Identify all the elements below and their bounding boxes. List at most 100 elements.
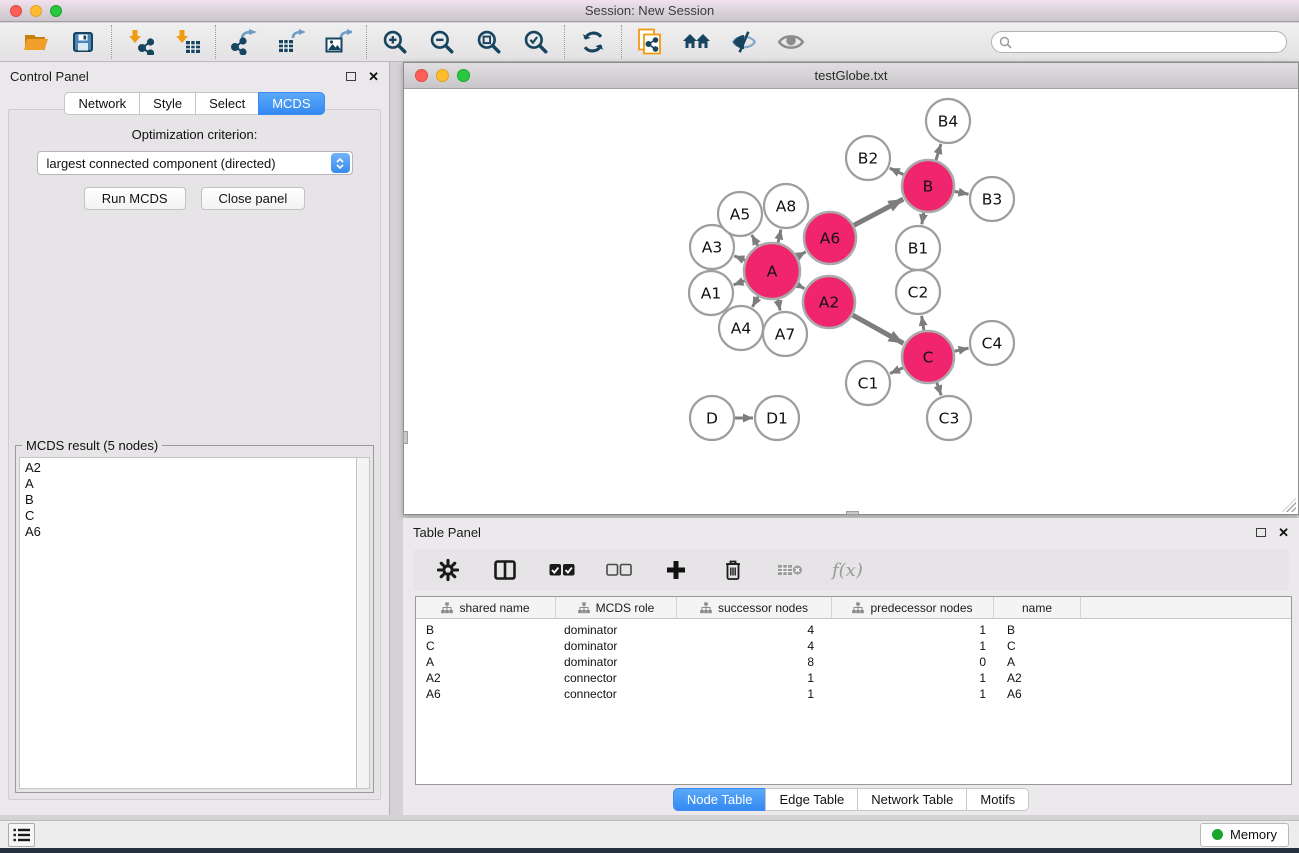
open-file-button[interactable] bbox=[21, 27, 51, 57]
import-network-button[interactable] bbox=[125, 27, 155, 57]
network-minimize-button[interactable] bbox=[436, 69, 449, 82]
node-A8[interactable]: A8 bbox=[764, 184, 808, 228]
node-D[interactable]: D bbox=[690, 396, 734, 440]
edge-A-A7[interactable] bbox=[778, 299, 780, 310]
node-A5[interactable]: A5 bbox=[718, 192, 762, 236]
table-cell[interactable]: C bbox=[994, 639, 1081, 653]
mcds-result-list[interactable]: A2ABCA6 bbox=[19, 457, 356, 789]
result-item[interactable]: C bbox=[25, 508, 351, 524]
node-A6[interactable]: A6 bbox=[804, 212, 856, 264]
tab-motifs[interactable]: Motifs bbox=[966, 788, 1029, 811]
node-B2[interactable]: B2 bbox=[846, 136, 890, 180]
node-A[interactable]: A bbox=[744, 243, 800, 299]
table-cell[interactable]: A2 bbox=[416, 671, 556, 685]
run-mcds-button[interactable]: Run MCDS bbox=[84, 187, 186, 210]
function-builder-button[interactable]: f(x) bbox=[832, 560, 863, 581]
table-cell[interactable]: B bbox=[416, 623, 556, 637]
export-table-button[interactable] bbox=[276, 27, 306, 57]
column-header-successor-nodes[interactable]: successor nodes bbox=[677, 597, 832, 618]
deselect-all-rows-button[interactable] bbox=[604, 555, 634, 585]
edge-A2-C[interactable] bbox=[853, 315, 904, 343]
zoom-out-button[interactable] bbox=[427, 27, 457, 57]
table-cell[interactable]: dominator bbox=[556, 655, 677, 669]
table-cell[interactable]: 1 bbox=[832, 639, 994, 653]
close-panel-icon[interactable]: ✕ bbox=[368, 70, 379, 83]
tab-style[interactable]: Style bbox=[139, 92, 196, 115]
table-cell[interactable]: connector bbox=[556, 687, 677, 701]
search-input[interactable] bbox=[1017, 35, 1279, 50]
column-header-mcds-role[interactable]: MCDS role bbox=[556, 597, 677, 618]
node-B4[interactable]: B4 bbox=[926, 99, 970, 143]
save-session-button[interactable] bbox=[68, 27, 98, 57]
edge-A-A5[interactable] bbox=[752, 235, 758, 246]
hide-details-button[interactable] bbox=[729, 27, 759, 57]
node-table[interactable]: shared nameMCDS rolesuccessor nodesprede… bbox=[415, 596, 1292, 785]
table-cell[interactable]: A2 bbox=[994, 671, 1081, 685]
maximize-window-button[interactable] bbox=[50, 5, 62, 17]
table-cell[interactable]: 4 bbox=[677, 623, 832, 637]
edge-C-C1[interactable] bbox=[890, 368, 903, 374]
network-maximize-button[interactable] bbox=[457, 69, 470, 82]
apply-layout-button[interactable] bbox=[578, 27, 608, 57]
network-canvas[interactable]: AA1A2A3A4A5A6A7A8BB1B2B3B4CC1C2C3C4DD1 bbox=[405, 89, 1297, 513]
memory-button[interactable]: Memory bbox=[1200, 823, 1289, 847]
table-row[interactable]: Cdominator41C bbox=[416, 638, 1291, 654]
edge-A-A1[interactable] bbox=[734, 281, 745, 285]
tab-edge-table[interactable]: Edge Table bbox=[765, 788, 858, 811]
table-cell[interactable]: 1 bbox=[832, 671, 994, 685]
column-header-shared-name[interactable]: shared name bbox=[416, 597, 556, 618]
show-details-button[interactable] bbox=[776, 27, 806, 57]
edge-B-B2[interactable] bbox=[890, 168, 904, 174]
zoom-fit-button[interactable] bbox=[474, 27, 504, 57]
table-cell[interactable]: A bbox=[994, 655, 1081, 669]
result-item[interactable]: A bbox=[25, 476, 351, 492]
table-cell[interactable]: 1 bbox=[832, 687, 994, 701]
network-close-button[interactable] bbox=[415, 69, 428, 82]
edge-A-A6[interactable] bbox=[797, 252, 805, 257]
node-A7[interactable]: A7 bbox=[763, 312, 807, 356]
delete-columns-button[interactable] bbox=[718, 555, 748, 585]
close-table-panel-icon[interactable]: ✕ bbox=[1278, 526, 1289, 539]
home-button[interactable] bbox=[682, 27, 712, 57]
node-B[interactable]: B bbox=[902, 160, 954, 212]
table-cell[interactable]: 1 bbox=[677, 687, 832, 701]
zoom-selected-button[interactable] bbox=[521, 27, 551, 57]
column-header-predecessor-nodes[interactable]: predecessor nodes bbox=[832, 597, 994, 618]
node-B1[interactable]: B1 bbox=[896, 226, 940, 270]
node-C[interactable]: C bbox=[902, 331, 954, 383]
table-row[interactable]: Bdominator41B bbox=[416, 622, 1291, 638]
node-A4[interactable]: A4 bbox=[719, 306, 763, 350]
left-scroll-grip[interactable] bbox=[403, 431, 408, 444]
node-C4[interactable]: C4 bbox=[970, 321, 1014, 365]
close-panel-button[interactable]: Close panel bbox=[201, 187, 306, 210]
table-cell[interactable]: connector bbox=[556, 671, 677, 685]
table-cell[interactable]: 0 bbox=[832, 655, 994, 669]
tab-mcds[interactable]: MCDS bbox=[258, 92, 324, 115]
select-all-rows-button[interactable] bbox=[547, 555, 577, 585]
table-cell[interactable]: 4 bbox=[677, 639, 832, 653]
result-item[interactable]: A6 bbox=[25, 524, 351, 540]
result-item[interactable]: B bbox=[25, 492, 351, 508]
table-cell[interactable]: dominator bbox=[556, 623, 677, 637]
zoom-in-button[interactable] bbox=[380, 27, 410, 57]
edge-A6-B[interactable] bbox=[854, 199, 903, 225]
node-A2[interactable]: A2 bbox=[803, 276, 855, 328]
node-A1[interactable]: A1 bbox=[689, 271, 733, 315]
edge-C-C2[interactable] bbox=[922, 316, 924, 331]
result-item[interactable]: A2 bbox=[25, 460, 351, 476]
edge-A-A3[interactable] bbox=[734, 256, 745, 260]
result-scrollbar[interactable] bbox=[356, 457, 370, 789]
table-row[interactable]: A6connector11A6 bbox=[416, 686, 1291, 702]
tab-network-table[interactable]: Network Table bbox=[857, 788, 967, 811]
tab-select[interactable]: Select bbox=[195, 92, 259, 115]
tab-node-table[interactable]: Node Table bbox=[673, 788, 767, 811]
edge-B-B4[interactable] bbox=[936, 144, 941, 160]
node-C2[interactable]: C2 bbox=[896, 270, 940, 314]
edge-A-A8[interactable] bbox=[778, 229, 781, 242]
edge-C-C3[interactable] bbox=[937, 383, 941, 396]
node-D1[interactable]: D1 bbox=[755, 396, 799, 440]
table-cell[interactable]: B bbox=[994, 623, 1081, 637]
table-row[interactable]: Adominator80A bbox=[416, 654, 1291, 670]
node-C1[interactable]: C1 bbox=[846, 361, 890, 405]
float-table-panel-icon[interactable] bbox=[1256, 528, 1266, 537]
